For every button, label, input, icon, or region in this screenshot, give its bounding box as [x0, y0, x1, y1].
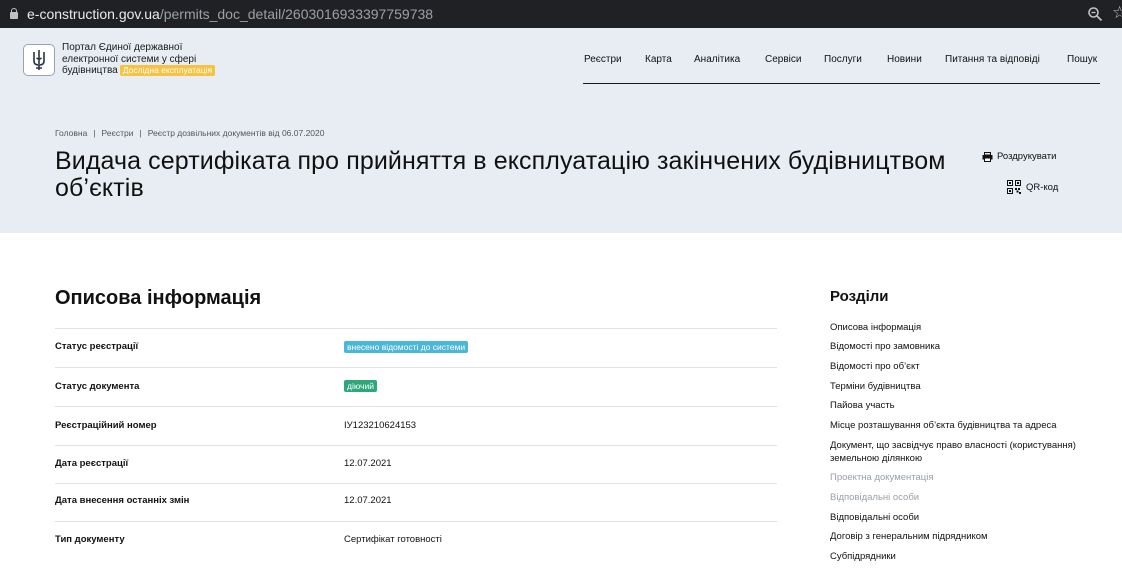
row-divider	[55, 367, 777, 368]
section-title: Описова інформація	[55, 287, 262, 309]
row-divider	[55, 406, 777, 407]
sections-title: Розділи	[830, 288, 889, 305]
row-value-document-type: Сертифікат готовності	[344, 534, 442, 545]
row-divider	[55, 483, 777, 484]
breadcrumb-home[interactable]: Головна	[55, 128, 87, 138]
zoom-icon[interactable]	[1087, 6, 1103, 22]
page-title: Видача сертифіката про прийняття в експл…	[55, 147, 946, 202]
nav-item-analytics[interactable]: Аналітика	[694, 54, 740, 65]
row-label-registration-date: Дата реєстрації	[55, 458, 129, 469]
nav-divider	[583, 83, 1100, 84]
bookmark-star-icon[interactable]: ☆	[1112, 5, 1122, 21]
section-link-location-address[interactable]: Місце розташування об’єкта будівництва т…	[830, 419, 1090, 432]
section-link-subcontractors[interactable]: Субпідрядники	[830, 550, 1090, 563]
print-button[interactable]: Роздрукувати	[982, 151, 1056, 162]
nav-item-search[interactable]: Пошук	[1067, 54, 1097, 65]
lock-icon[interactable]	[10, 8, 18, 19]
status-badge-document: діючий	[344, 380, 377, 392]
registration-status-badge: внесено відомості до системи	[344, 341, 469, 353]
section-link-project-documentation[interactable]: Проектна документація	[830, 471, 1090, 484]
row-label-last-change-date: Дата внесення останніх змін	[55, 495, 190, 506]
nav-item-public-services[interactable]: Послуги	[824, 54, 862, 65]
beta-badge: Дослідна експлуатація	[119, 65, 216, 76]
row-label-registration-number: Реєстраційний номер	[55, 420, 157, 431]
nav-item-news[interactable]: Новини	[887, 54, 922, 65]
nav-item-registries[interactable]: Реєстри	[584, 54, 622, 65]
nav-item-faq[interactable]: Питання та відповіді	[945, 54, 1040, 65]
section-link-object-info[interactable]: Відомості про об’єкт	[830, 360, 1090, 373]
row-value-registration-number: ІУ123210624153	[344, 420, 417, 431]
row-divider	[55, 328, 777, 329]
status-badge-registration: внесено відомості до системи	[344, 341, 469, 353]
url-text[interactable]: e-construction.gov.ua/permits_doc_detail…	[27, 6, 433, 22]
breadcrumb: Головна | Реєстри | Реєстр дозвільних докуме…	[55, 128, 325, 138]
row-label-document-status: Статус документа	[55, 381, 140, 392]
nav-item-map[interactable]: Карта	[645, 54, 672, 65]
portal-name[interactable]: Портал Єдиної державної електронної сист…	[62, 42, 232, 77]
row-value-registration-date: 12.07.2021	[344, 458, 392, 469]
row-label-document-type: Тип документу	[55, 534, 125, 545]
section-link-descriptive-info[interactable]: Описова інформація	[830, 321, 1090, 334]
browser-address-bar[interactable]: e-construction.gov.ua/permits_doc_detail…	[0, 0, 1122, 28]
printer-icon	[982, 151, 993, 162]
document-status-badge: діючий	[344, 380, 377, 392]
section-link-responsible-persons[interactable]: Відповідальні особи	[830, 511, 1090, 524]
row-value-last-change-date: 12.07.2021	[344, 495, 392, 506]
row-divider	[55, 521, 777, 522]
nav-item-services[interactable]: Сервіси	[765, 54, 801, 65]
qr-code-icon	[1007, 180, 1021, 194]
breadcrumb-permits-registry[interactable]: Реєстр дозвільних документів від 06.07.2…	[148, 128, 325, 138]
section-link-equity-participation[interactable]: Пайова участь	[830, 399, 1090, 412]
breadcrumb-registries[interactable]: Реєстри	[102, 128, 134, 138]
trident-logo-icon[interactable]	[23, 44, 55, 76]
section-link-general-contractor[interactable]: Договір з генеральним підрядником	[830, 530, 1090, 543]
print-label: Роздрукувати	[997, 151, 1057, 162]
section-link-customer-info[interactable]: Відомості про замовника	[830, 340, 1090, 353]
row-label-registration-status: Статус реєстрації	[55, 341, 139, 352]
row-divider	[55, 445, 777, 446]
section-link-responsible-persons-muted[interactable]: Відповідальні особи	[830, 491, 1090, 504]
qr-code-label: QR-код	[1026, 181, 1059, 193]
section-link-land-ownership-document[interactable]: Документ, що засвідчує право власності (…	[830, 439, 1090, 465]
qr-code-button[interactable]: QR-код	[1007, 180, 1058, 194]
section-link-construction-terms[interactable]: Терміни будівництва	[830, 380, 1090, 393]
